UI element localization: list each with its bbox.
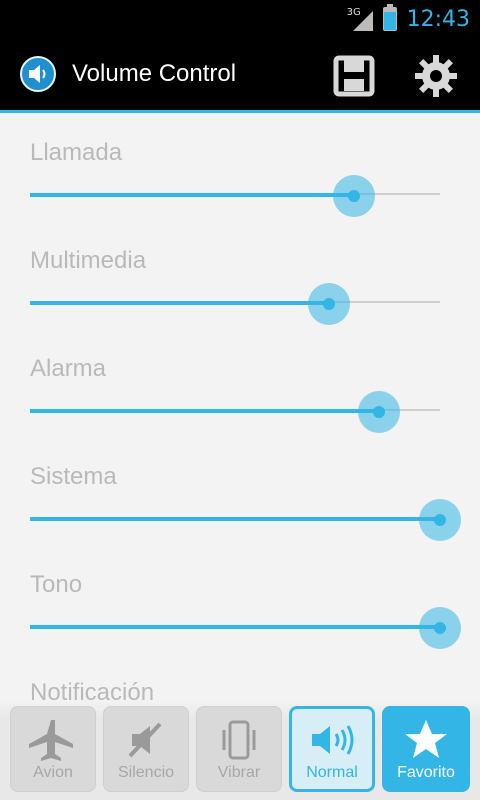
volume-row-notificacion: Notificación — [0, 653, 480, 703]
volume-row-multimedia: Multimedia — [0, 221, 480, 329]
tono-slider[interactable] — [30, 607, 461, 649]
volume-row-alarma: Alarma — [0, 329, 480, 437]
llamada-slider[interactable] — [30, 175, 440, 217]
signal-icon: 3G — [347, 7, 373, 31]
alarma-slider[interactable] — [30, 391, 440, 433]
multimedia-slider[interactable] — [30, 283, 440, 325]
status-bar: 3G 12:43 — [0, 0, 480, 38]
slider-thumb[interactable] — [419, 499, 461, 541]
star-icon — [382, 716, 470, 764]
profile-normal-button[interactable]: Normal — [289, 706, 375, 792]
status-icons: 3G 12:43 — [347, 0, 470, 38]
vibrate-icon — [196, 716, 282, 764]
volume-list: Llamada Multimedia Alarma Sistema Tono N… — [0, 113, 480, 703]
volume-label: Alarma — [30, 355, 107, 382]
profile-avion-button[interactable]: Avion — [10, 706, 96, 792]
profile-vibrar-button[interactable]: Vibrar — [196, 706, 282, 792]
mute-icon — [103, 716, 189, 764]
slider-thumb[interactable] — [357, 391, 400, 433]
volume-row-tono: Tono — [0, 545, 480, 653]
slider-thumb[interactable] — [332, 175, 375, 217]
profile-label: Avion — [33, 764, 73, 781]
slider-thumb[interactable] — [419, 607, 461, 649]
profile-label: Favorito — [397, 764, 455, 781]
speaker-icon — [289, 716, 375, 764]
profile-favorito-button[interactable]: Favorito — [382, 706, 470, 792]
airplane-icon — [10, 716, 96, 764]
volume-row-sistema: Sistema — [0, 437, 480, 545]
clock: 12:43 — [406, 6, 470, 32]
profile-silencio-button[interactable]: Silencio — [103, 706, 189, 792]
volume-label: Tono — [30, 571, 83, 598]
save-icon — [333, 55, 375, 97]
profile-label: Vibrar — [217, 764, 261, 781]
settings-button[interactable] — [412, 52, 460, 100]
battery-charging-icon — [382, 4, 397, 31]
volume-label: Multimedia — [30, 247, 147, 274]
app-title: Volume Control — [72, 60, 237, 87]
sistema-slider[interactable] — [30, 499, 461, 541]
profile-label: Normal — [306, 764, 358, 781]
gear-icon — [415, 55, 457, 97]
profile-label: Silencio — [117, 764, 175, 781]
volume-label: Llamada — [30, 139, 123, 166]
volume-row-llamada: Llamada — [0, 113, 480, 221]
slider-thumb[interactable] — [308, 283, 351, 325]
profile-bar: Avion Silencio Vibrar Normal Favorito — [0, 700, 480, 800]
save-button[interactable] — [330, 52, 378, 100]
volume-label: Sistema — [30, 463, 117, 490]
speaker-icon — [20, 56, 56, 92]
